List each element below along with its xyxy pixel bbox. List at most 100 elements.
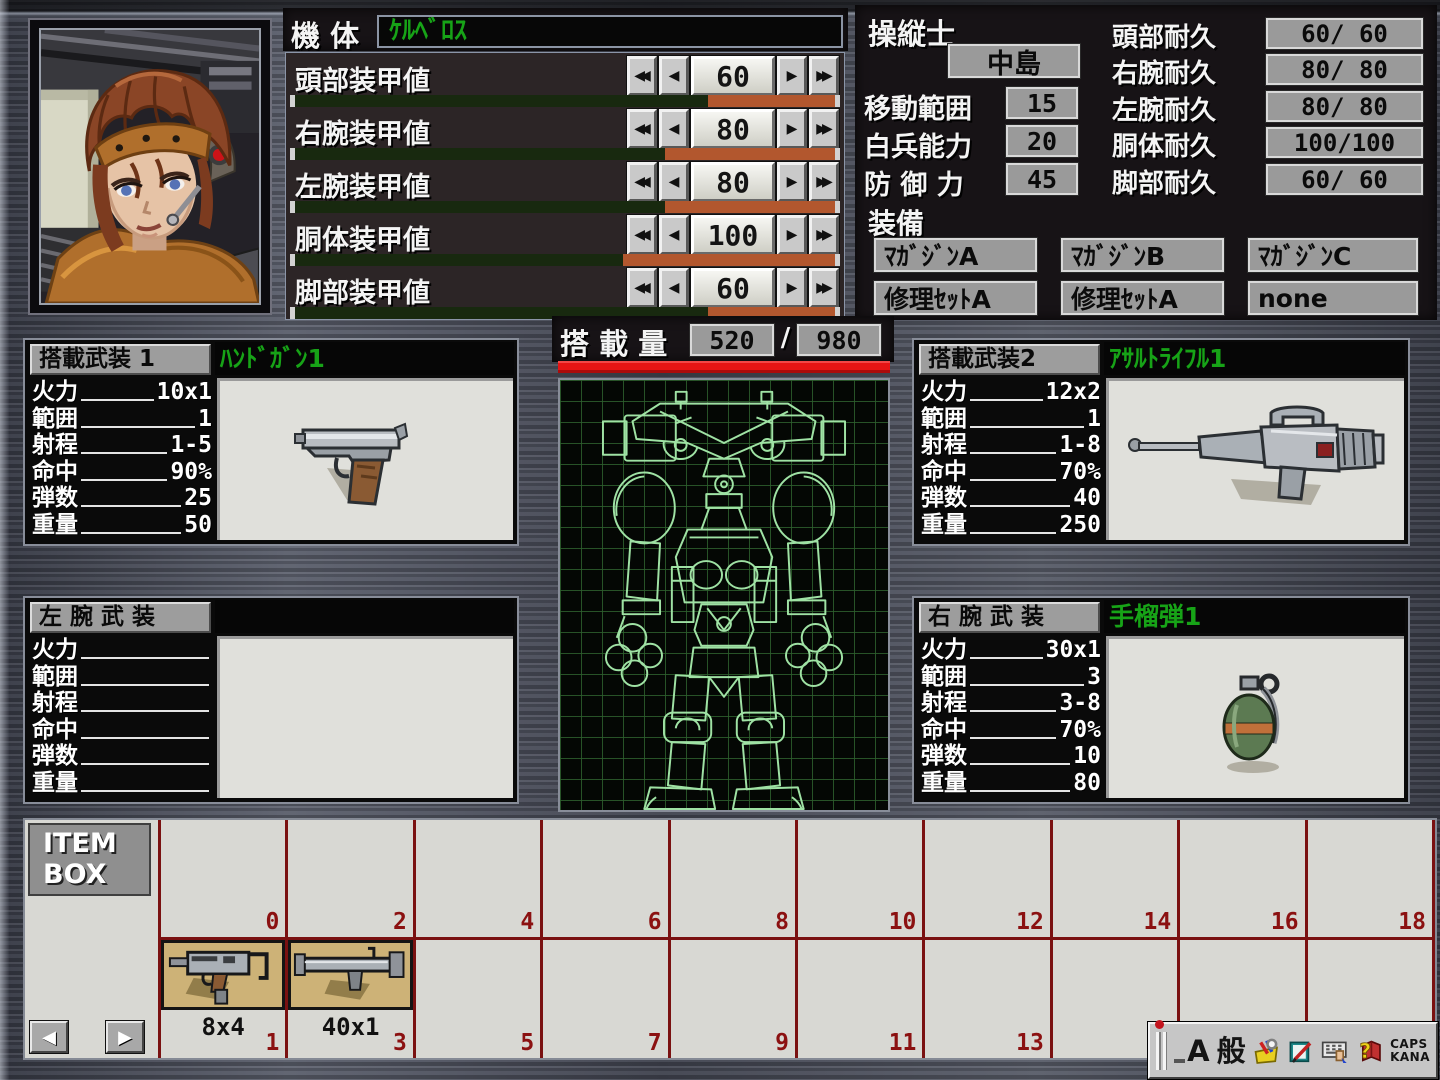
ime-dictionary-icon[interactable] <box>1287 1035 1314 1067</box>
spin-down-button[interactable]: ◀ <box>659 109 689 149</box>
spin-up-button[interactable]: ▶ <box>777 162 807 202</box>
mounted-weapon-2-title: 搭載武装2 <box>919 344 1100 375</box>
item-slot[interactable]: 10 <box>798 820 925 940</box>
item-slot[interactable]: 4 <box>416 820 543 940</box>
pilot-name-field[interactable]: 中島 <box>948 44 1080 78</box>
spin-fast-up-button[interactable]: ▶▶ <box>809 56 839 96</box>
durability-label-legs: 脚部耐久 <box>1112 163 1216 200</box>
spin-fast-down-button[interactable]: ◀◀ <box>627 56 657 96</box>
spin-fast-up-button[interactable]: ▶▶ <box>809 162 839 202</box>
left-arm-weapon-name[interactable] <box>215 600 514 633</box>
spin-up-button[interactable]: ▶ <box>777 109 807 149</box>
item-slot[interactable]: 7 <box>543 940 670 1058</box>
armor-value: 80 <box>691 109 775 149</box>
spin-fast-down-button[interactable]: ◀◀ <box>627 109 657 149</box>
spin-up-button[interactable]: ▶ <box>777 268 807 308</box>
item-box-next-button[interactable]: ▶ <box>106 1021 144 1053</box>
spin-fast-down-button[interactable]: ◀◀ <box>627 215 657 255</box>
equipment-slot-2[interactable]: ﾏｶﾞｼﾞﾝB <box>1061 238 1224 272</box>
stat-label: 弾数 <box>921 487 967 510</box>
item-slot[interactable]: 8 <box>671 820 798 940</box>
stat-label: 範囲 <box>921 666 967 689</box>
equipment-slot-4[interactable]: 修理ｾｯﾄA <box>874 281 1037 315</box>
ime-conversion-mode-button[interactable]: 般 <box>1217 1036 1246 1066</box>
pilot-section-label: 操縦士 <box>868 11 955 53</box>
mounted-weapon-1-panel: 搭載武装 1 ﾊﾝﾄﾞｶﾞﾝ1 火力10x1 範囲1 射程1-5 命中90% 弾… <box>23 338 519 546</box>
spin-fast-down-button[interactable]: ◀◀ <box>627 268 657 308</box>
stat-label: 射程 <box>32 692 78 715</box>
item-slot[interactable]: 12 <box>925 820 1052 940</box>
stat-value: 3-8 <box>1059 692 1101 715</box>
spin-fast-down-button[interactable]: ◀◀ <box>627 162 657 202</box>
spin-fast-up-button[interactable]: ▶▶ <box>809 268 839 308</box>
item-slot[interactable]: 0 <box>161 820 288 940</box>
item-tile-smg[interactable] <box>161 940 285 1010</box>
slot-number: 14 <box>1143 909 1171 935</box>
stat-label: 命中 <box>921 719 967 742</box>
spin-down-button[interactable]: ◀ <box>659 162 689 202</box>
armor-bar-fill <box>665 201 835 213</box>
item-box-prev-button[interactable]: ◀ <box>30 1021 68 1053</box>
armor-label: 胴体装甲値 <box>295 218 430 257</box>
slot-number: 1 <box>266 1030 280 1056</box>
item-slot[interactable]: 13 <box>925 940 1052 1058</box>
right-arm-weapon-name[interactable]: 手榴弾1 <box>1104 600 1405 633</box>
mech-wireframe <box>560 380 888 810</box>
mounted-weapon-1-name[interactable]: ﾊﾝﾄﾞｶﾞﾝ1 <box>215 342 514 375</box>
mounted-weapon-2-name[interactable]: ｱｻﾙﾄﾗｲﾌﾙ1 <box>1104 342 1405 375</box>
ime-input-mode-button[interactable]: A <box>1174 1036 1209 1066</box>
slot-number: 8 <box>775 909 789 935</box>
spin-down-button[interactable]: ◀ <box>659 268 689 308</box>
stat-label: 範囲 <box>921 408 967 431</box>
item-slot[interactable]: 6 <box>543 820 670 940</box>
slot-number: 2 <box>393 909 407 935</box>
slot-number: 7 <box>648 1030 662 1056</box>
stat-value: 70% <box>1059 461 1101 484</box>
spin-down-button[interactable]: ◀ <box>659 215 689 255</box>
equipment-slot-3[interactable]: ﾏｶﾞｼﾞﾝC <box>1248 238 1418 272</box>
armor-spinner: ◀◀ ◀ 60 ▶ ▶▶ <box>625 56 839 96</box>
stat-value: 1 <box>1087 408 1101 431</box>
ime-soft-keyboard-icon[interactable] <box>1321 1035 1348 1067</box>
stat-line <box>970 684 1084 686</box>
stat-line <box>81 452 167 454</box>
item-slot[interactable]: 8x4 1 <box>161 940 288 1058</box>
mounted-weapon-1-title: 搭載武装 1 <box>30 344 211 375</box>
item-slot[interactable]: 40x1 3 <box>288 940 415 1058</box>
spin-fast-up-button[interactable]: ▶▶ <box>809 215 839 255</box>
item-slot[interactable]: 11 <box>798 940 925 1058</box>
durability-value-left-arm: 80/ 80 <box>1266 91 1423 122</box>
equipment-slot-1[interactable]: ﾏｶﾞｼﾞﾝA <box>874 238 1037 272</box>
mech-name-field[interactable]: ｹﾙﾍﾞﾛｽ <box>377 15 843 48</box>
stat-label: 火力 <box>921 381 967 404</box>
stat-label: 弾数 <box>32 745 78 768</box>
item-slot[interactable]: 9 <box>671 940 798 1058</box>
item-slot[interactable]: 5 <box>416 940 543 1058</box>
item-slot[interactable]: 14 <box>1053 820 1180 940</box>
item-slot[interactable]: 2 <box>288 820 415 940</box>
spin-down-button[interactable]: ◀ <box>659 56 689 96</box>
stat-value: 50 <box>184 514 212 537</box>
equipment-slot-5[interactable]: 修理ｾｯﾄA <box>1061 281 1224 315</box>
equipment-slot-6[interactable]: none <box>1248 281 1418 315</box>
slot-number: 4 <box>520 909 534 935</box>
slot-number: 3 <box>393 1030 407 1056</box>
spin-fast-up-button[interactable]: ▶▶ <box>809 109 839 149</box>
item-slot[interactable]: 18 <box>1308 820 1435 940</box>
spin-up-button[interactable]: ▶ <box>777 215 807 255</box>
stat-line <box>81 657 209 659</box>
load-max-value: 980 <box>797 324 881 356</box>
left-arm-weapon-image <box>217 636 513 798</box>
stat-label: 重量 <box>921 514 967 537</box>
stat-value: 12x2 <box>1046 381 1101 404</box>
item-tile-rocket-launcher[interactable] <box>288 940 412 1010</box>
ime-pad-icon[interactable] <box>1253 1035 1280 1067</box>
ime-help-icon[interactable]: ? <box>1356 1035 1383 1067</box>
armor-spinner: ◀◀ ◀ 80 ▶ ▶▶ <box>625 162 839 202</box>
item-slot[interactable]: 16 <box>1180 820 1307 940</box>
spin-up-button[interactable]: ▶ <box>777 56 807 96</box>
smg-icon <box>164 944 282 1006</box>
ime-grip-handle[interactable] <box>1156 1032 1167 1070</box>
durability-label-left-arm: 左腕耐久 <box>1112 90 1216 127</box>
stat-value: 3 <box>1087 666 1101 689</box>
